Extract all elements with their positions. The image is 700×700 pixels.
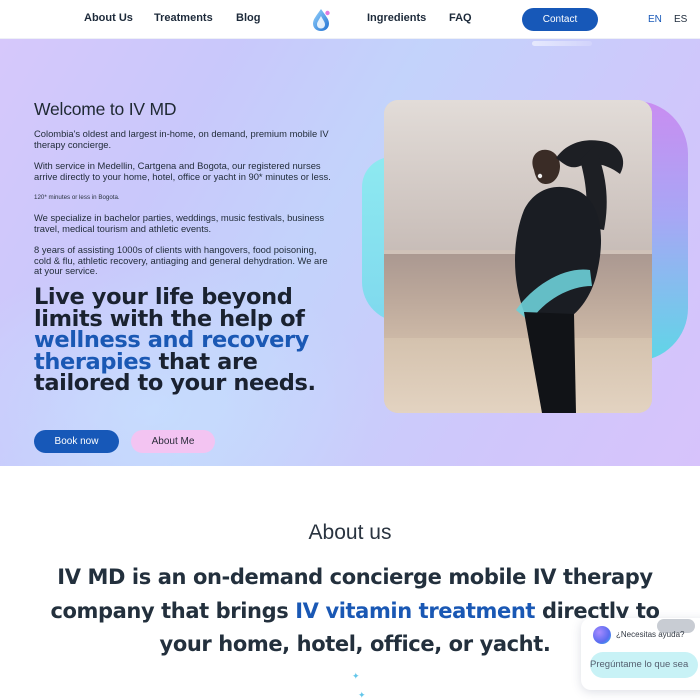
nav-link-ingredients[interactable]: Ingredients [367, 12, 426, 24]
hero-paragraph-1: Colombia's oldest and largest in-home, o… [34, 128, 329, 150]
contact-button[interactable]: Contact [522, 8, 598, 31]
nav-link-about-us[interactable]: About Us [84, 12, 133, 24]
iv-md-logo-icon[interactable] [310, 8, 332, 32]
hero-paragraph-3: We specialize in bachelor parties, weddi… [34, 212, 325, 234]
chat-input-placeholder: Pregúntame lo que sea [590, 659, 689, 670]
hero-paragraph-2: With service in Medellin, Cartgena and B… [34, 160, 331, 182]
nav-link-faq[interactable]: FAQ [449, 12, 472, 24]
top-navigation: About Us Treatments Blog Ingredients FAQ… [0, 0, 700, 39]
hero-headline-part-1: Live your life beyond limits with the he… [34, 284, 305, 332]
chat-input[interactable]: Pregúntame lo que sea [590, 652, 698, 678]
hero-paragraph-4: 8 years of assisting 1000s of clients wi… [34, 244, 328, 276]
sparkle-icon: ✦ [352, 671, 360, 681]
chat-assistant-avatar-icon [593, 626, 611, 644]
contact-button-shadow [532, 41, 592, 46]
hero-footnote: 120* minutes or less in Bogota. [34, 194, 120, 201]
hero-photo-illustration [384, 100, 652, 413]
hero-title: Welcome to IV MD [34, 99, 177, 119]
hero-headline: Live your life beyond limits with the he… [34, 284, 354, 395]
about-us-title: About us [308, 521, 392, 544]
language-en-link[interactable]: EN [648, 14, 662, 25]
book-now-button[interactable]: Book now [34, 430, 119, 453]
nav-link-treatments[interactable]: Treatments [154, 12, 213, 24]
sparkle-icon: ✦ [358, 690, 366, 700]
nav-link-blog[interactable]: Blog [236, 12, 260, 24]
hero-photo-woman-stretching-on-beach [384, 100, 652, 413]
about-me-button[interactable]: About Me [131, 430, 215, 453]
about-text-highlight: IV vitamin treatment [295, 598, 536, 623]
language-es-link[interactable]: ES [674, 14, 687, 25]
hero-section: Welcome to IV MD Colombia's oldest and l… [0, 39, 700, 466]
chat-help-label: ¿Necesitas ayuda? [616, 630, 685, 639]
